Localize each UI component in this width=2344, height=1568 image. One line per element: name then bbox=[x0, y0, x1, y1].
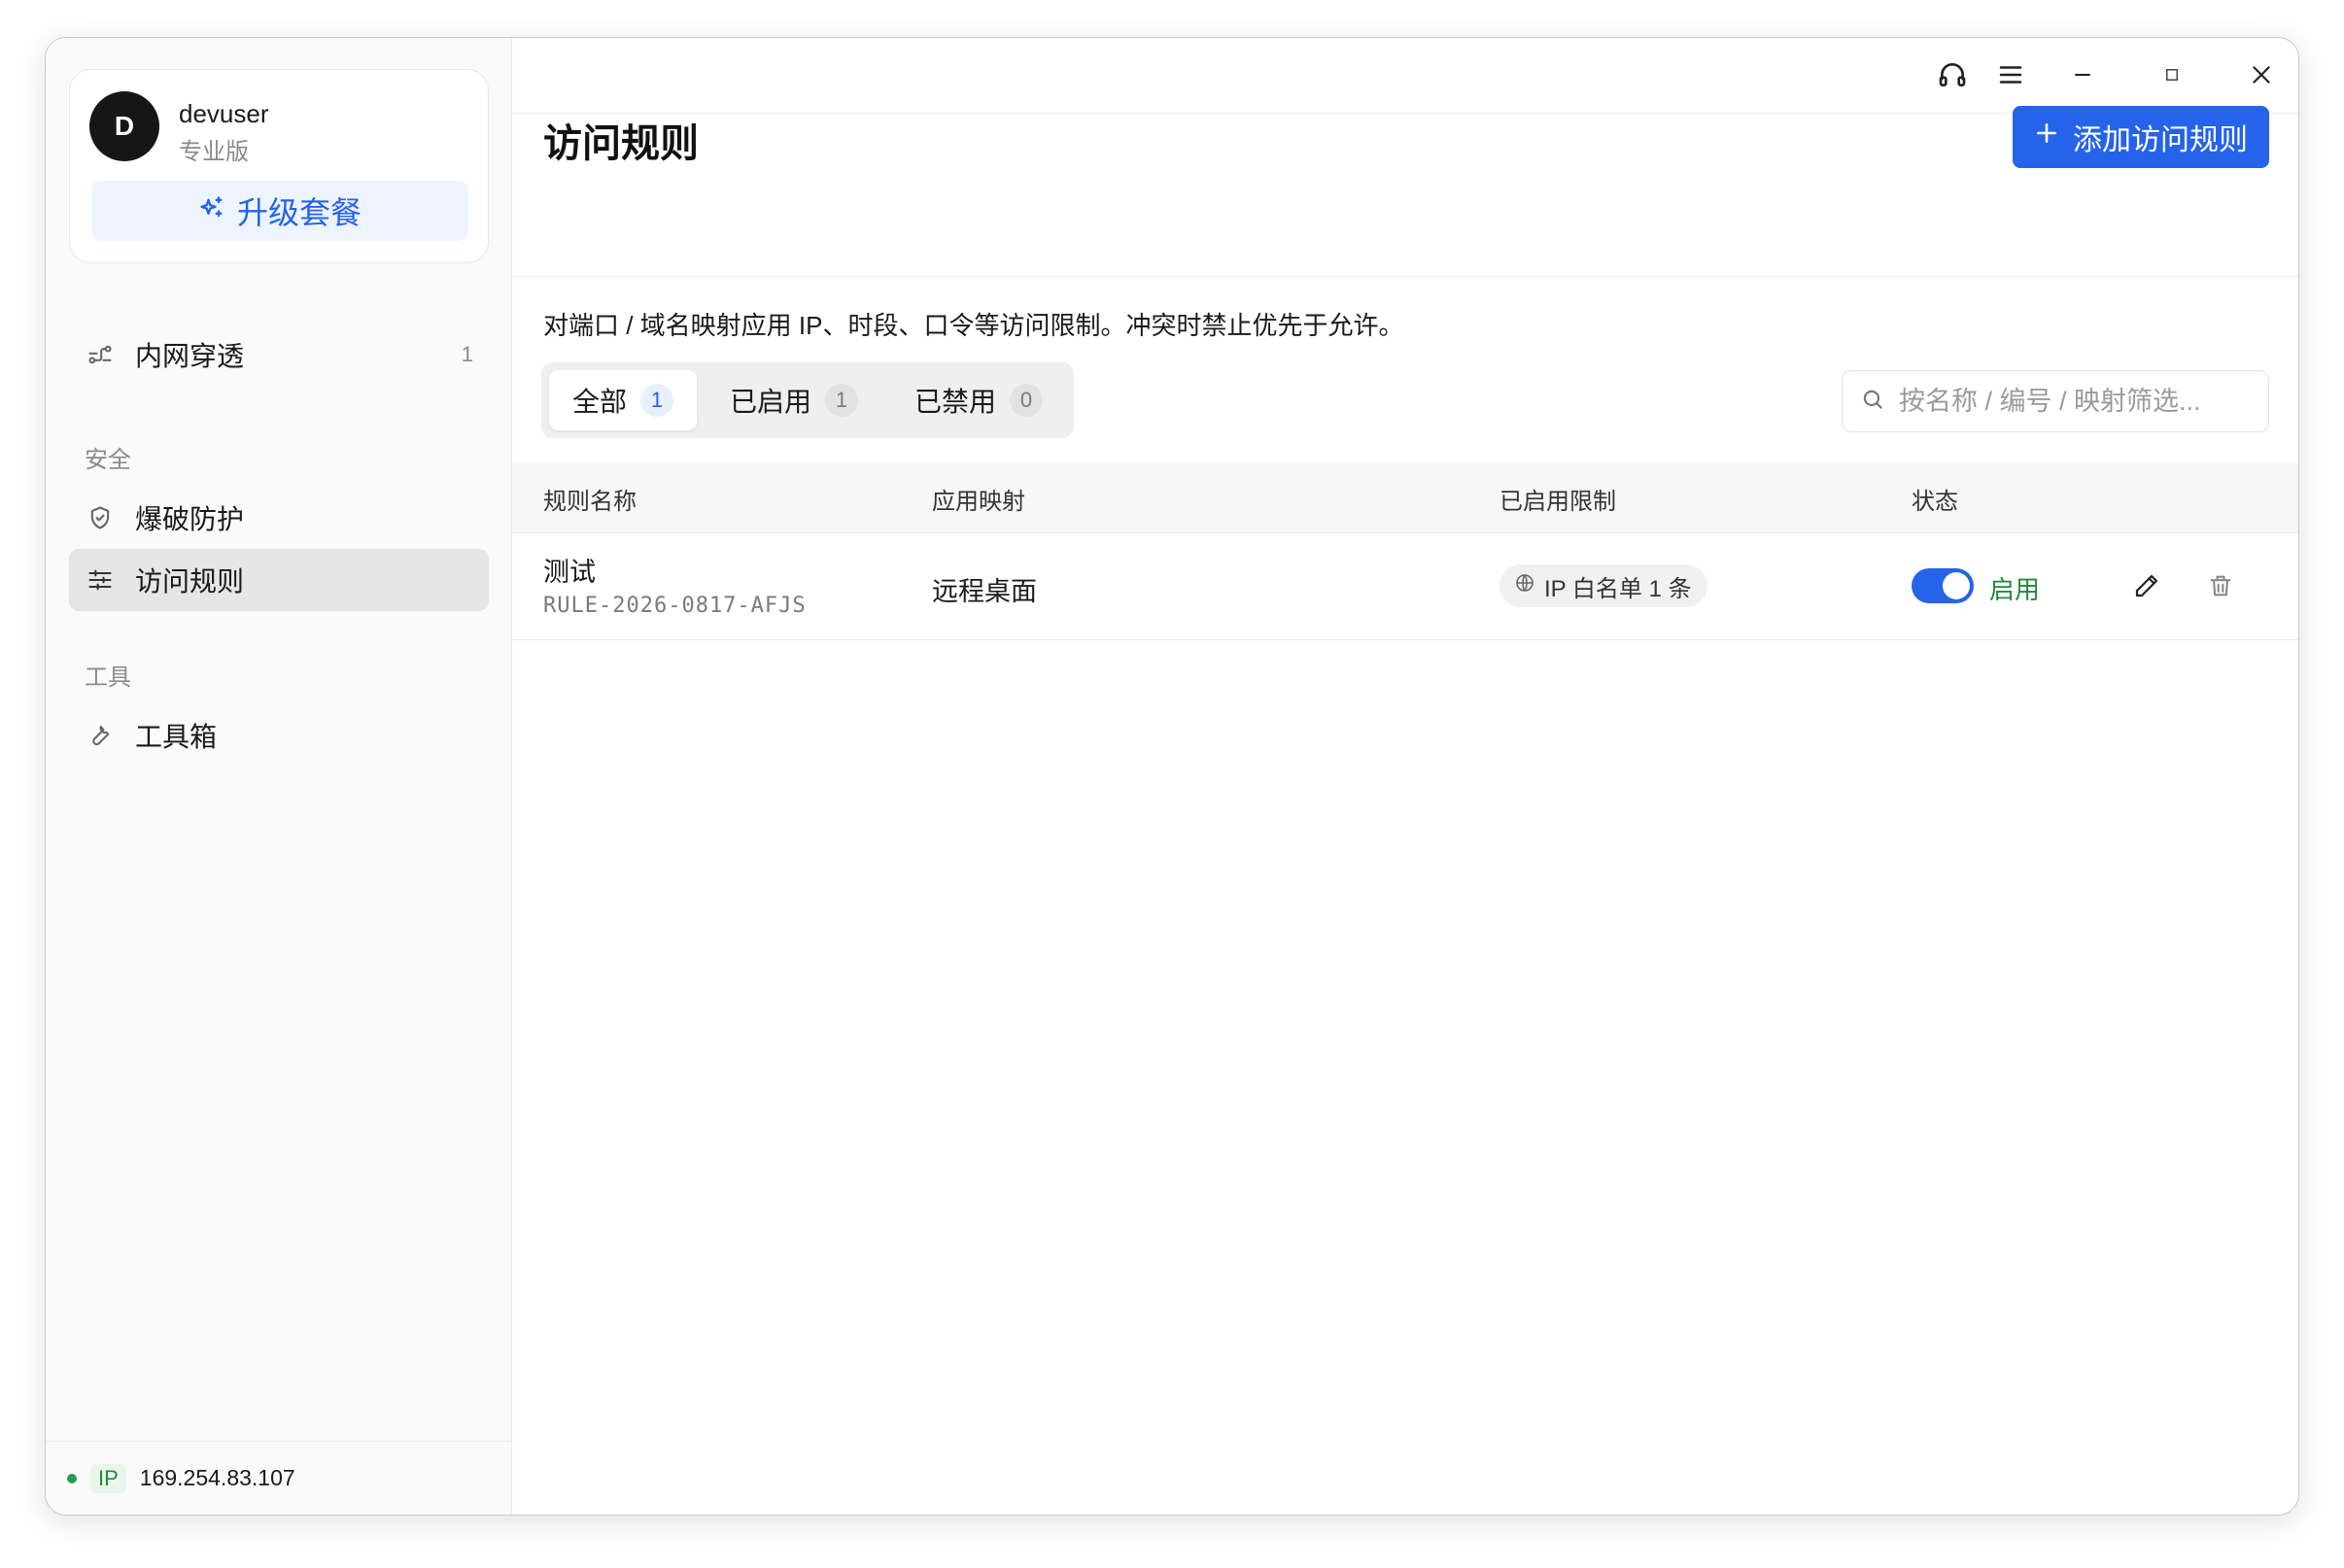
user-name: devuser bbox=[179, 99, 269, 128]
search-input[interactable] bbox=[1899, 386, 2258, 417]
app-window: D devuser 专业版 升级套餐 内网穿透 1 安全 爆破防护 访问规则 工… bbox=[45, 37, 2299, 1516]
user-plan: 专业版 bbox=[179, 139, 249, 165]
globe-icon bbox=[1513, 571, 1536, 601]
sparkle-icon bbox=[198, 193, 225, 229]
status-text: 启用 bbox=[1989, 575, 2041, 604]
tab-label: 已启用 bbox=[730, 387, 812, 417]
avatar[interactable]: D bbox=[89, 91, 159, 161]
sliders-icon bbox=[85, 564, 116, 596]
sidebar-item-label: 工具箱 bbox=[135, 722, 218, 752]
section-security: 安全 bbox=[85, 447, 131, 473]
tab-label: 全部 bbox=[572, 387, 628, 417]
page-description: 对端口 / 域名映射应用 IP、时段、口令等访问限制。冲突时禁止优先于允许。 bbox=[543, 311, 1404, 340]
limit-label: IP 白名单 1 条 bbox=[1544, 575, 1692, 602]
online-status-dot bbox=[67, 1473, 77, 1483]
sidebar-item-toolbox[interactable]: 工具箱 bbox=[69, 704, 489, 767]
column-header-status: 状态 bbox=[1912, 488, 1958, 515]
maximize-icon[interactable] bbox=[2153, 55, 2191, 94]
status-footer: IP 169.254.83.107 bbox=[46, 1441, 511, 1515]
search-box bbox=[1842, 370, 2269, 432]
tab-enabled[interactable]: 已启用 1 bbox=[707, 370, 881, 430]
minimize-icon[interactable] bbox=[2063, 55, 2102, 94]
sidebar-item-tunnel[interactable]: 内网穿透 1 bbox=[69, 324, 489, 386]
rule-name: 测试 bbox=[543, 558, 596, 587]
rule-id: RULE-2026-0817-AFJS bbox=[543, 594, 807, 618]
sidebar-item-access-rules[interactable]: 访问规则 bbox=[69, 549, 489, 611]
delete-icon[interactable] bbox=[2201, 566, 2240, 605]
user-card: D devuser 专业版 升级套餐 bbox=[69, 69, 489, 263]
search-icon bbox=[1860, 387, 1885, 417]
close-icon[interactable] bbox=[2242, 55, 2281, 94]
sidebar-item-brute-force-protection[interactable]: 爆破防护 bbox=[69, 487, 489, 549]
rule-mapping: 远程桌面 bbox=[932, 577, 1037, 606]
add-access-rule-button[interactable]: 添加访问规则 bbox=[2013, 106, 2269, 168]
column-header-rule-name: 规则名称 bbox=[543, 488, 637, 515]
page-header: 访问规则 添加访问规则 bbox=[512, 106, 2298, 277]
sidebar: D devuser 专业版 升级套餐 内网穿透 1 安全 爆破防护 访问规则 工… bbox=[46, 38, 512, 1515]
upgrade-label: 升级套餐 bbox=[236, 195, 362, 230]
add-button-label: 添加访问规则 bbox=[2073, 124, 2248, 156]
tab-all[interactable]: 全部 1 bbox=[549, 370, 698, 430]
table-header: 规则名称 应用映射 已启用限制 状态 bbox=[512, 463, 2298, 533]
edit-icon[interactable] bbox=[2127, 566, 2166, 605]
tab-count: 1 bbox=[640, 384, 674, 417]
plus-icon bbox=[2034, 120, 2059, 153]
limit-chip: IP 白名单 1 条 bbox=[1499, 564, 1707, 607]
ip-address: 169.254.83.107 bbox=[139, 1465, 295, 1490]
tab-disabled[interactable]: 已禁用 0 bbox=[891, 370, 1066, 430]
page-title: 访问规则 bbox=[543, 122, 699, 165]
sidebar-item-label: 内网穿透 bbox=[135, 341, 245, 371]
sidebar-item-label: 爆破防护 bbox=[135, 504, 245, 534]
title-bar bbox=[512, 38, 2298, 114]
sidebar-item-label: 访问规则 bbox=[135, 566, 245, 597]
ip-badge: IP bbox=[90, 1463, 126, 1493]
column-header-mapping: 应用映射 bbox=[932, 488, 1025, 515]
status-toggle[interactable] bbox=[1912, 568, 1974, 603]
section-tools: 工具 bbox=[85, 665, 131, 691]
main-content: 访问规则 添加访问规则 对端口 / 域名映射应用 IP、时段、口令等访问限制。冲… bbox=[512, 38, 2298, 1515]
sidebar-item-count: 1 bbox=[461, 342, 473, 366]
table-row[interactable]: 测试 RULE-2026-0817-AFJS 远程桌面 IP 白名单 1 条 启… bbox=[512, 533, 2298, 640]
upgrade-plan-button[interactable]: 升级套餐 bbox=[91, 181, 468, 241]
tunnel-icon bbox=[85, 339, 116, 370]
tab-count: 0 bbox=[1010, 384, 1044, 417]
wrench-icon bbox=[85, 720, 116, 751]
column-header-limits: 已启用限制 bbox=[1499, 488, 1616, 515]
headset-icon[interactable] bbox=[1933, 55, 1972, 94]
filter-tabs: 全部 1 已启用 1 已禁用 0 bbox=[541, 362, 1075, 438]
tab-count: 1 bbox=[825, 384, 859, 417]
tab-label: 已禁用 bbox=[914, 387, 997, 417]
shield-icon bbox=[85, 502, 116, 533]
menu-icon[interactable] bbox=[1991, 55, 2030, 94]
